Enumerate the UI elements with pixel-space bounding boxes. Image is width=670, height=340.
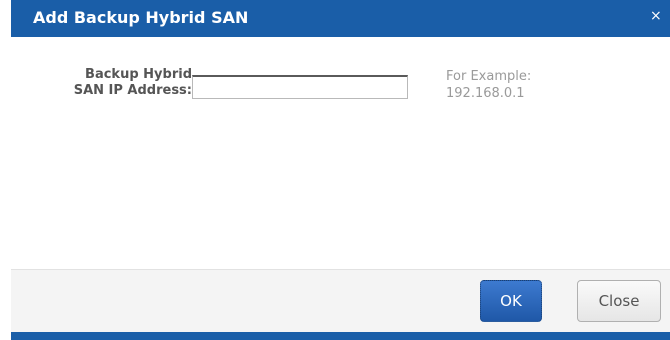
dialog-titlebar: Add Backup Hybrid SAN — [11, 0, 670, 37]
ip-address-label-line2: SAN IP Address: — [73, 83, 192, 98]
ip-address-input[interactable] — [192, 75, 408, 99]
dialog-footer — [11, 269, 670, 333]
ip-example-hint-line1: For Example: — [446, 69, 532, 84]
ip-example-hint: For Example: 192.168.0.1 — [446, 68, 531, 102]
ip-address-label-line1: Backup Hybrid — [85, 67, 192, 82]
close-button[interactable]: Close — [577, 280, 661, 322]
add-backup-hybrid-san-dialog: Add Backup Hybrid SAN × Backup Hybrid SA… — [0, 0, 670, 340]
ok-button[interactable]: OK — [480, 280, 542, 322]
ip-address-label: Backup Hybrid SAN IP Address: — [74, 67, 192, 99]
close-icon[interactable]: × — [650, 6, 670, 26]
dialog-title: Add Backup Hybrid SAN — [33, 8, 249, 27]
dialog-bottom-border — [11, 332, 670, 340]
ip-example-hint-line2: 192.168.0.1 — [446, 86, 525, 101]
